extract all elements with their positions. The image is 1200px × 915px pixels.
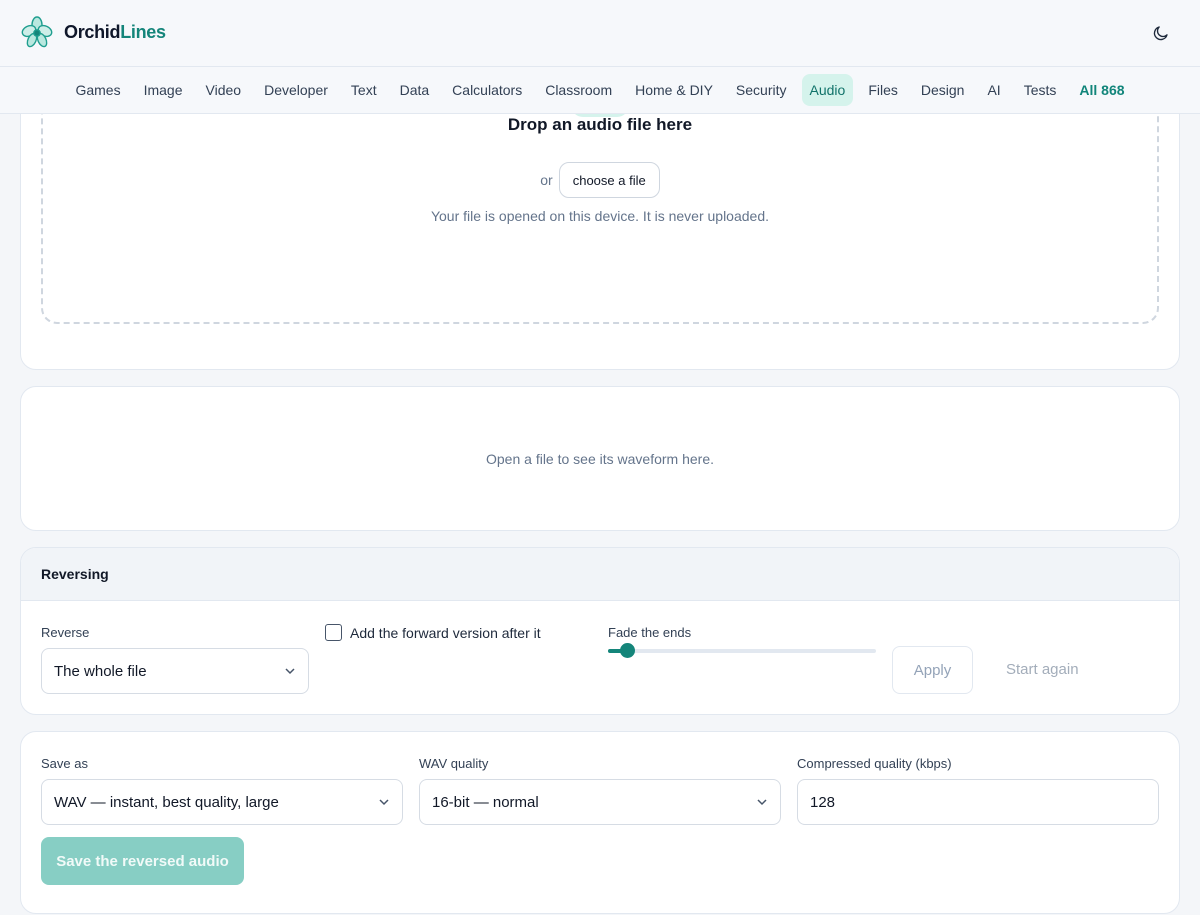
save-as-label: Save as (41, 756, 88, 771)
privacy-note: Your file is opened on this device. It i… (430, 208, 770, 224)
forward-version-label: Add the forward version after it (350, 625, 541, 641)
waveform-empty-text: Open a file to see its waveform here. (486, 451, 714, 467)
save-as-select[interactable]: WAV — instant, best quality, large (41, 779, 403, 825)
save-reversed-audio-button[interactable]: Save the reversed audio (41, 837, 244, 885)
waveform-card: Open a file to see its waveform here. (20, 386, 1180, 531)
wav-quality-value: 16-bit — normal (432, 793, 539, 811)
reversing-header: Reversing (21, 548, 1179, 601)
fade-slider-thumb[interactable] (619, 643, 635, 658)
reverse-select-value: The whole file (54, 662, 147, 680)
nav-item-audio[interactable]: Audio (801, 74, 854, 106)
nav-item-games[interactable]: Games (67, 74, 128, 106)
chevron-down-icon (285, 668, 295, 675)
top-bar: OrchidLines (0, 0, 1200, 67)
dropzone-title: Drop an audio file here (507, 115, 693, 134)
orchid-logo-icon[interactable] (21, 16, 53, 50)
wav-quality-label: WAV quality (419, 756, 489, 771)
nav-item-text[interactable]: Text (343, 74, 385, 106)
nav-item-all[interactable]: All 868 (1071, 74, 1132, 106)
save-card: Save as WAV — instant, best quality, lar… (20, 731, 1180, 914)
start-again-button[interactable]: Start again (1006, 661, 1079, 678)
nav-item-video[interactable]: Video (198, 74, 250, 106)
chevron-down-icon (379, 799, 389, 806)
brand-part-2: Lines (120, 22, 166, 42)
reverse-select[interactable]: The whole file (41, 648, 309, 694)
nav-item-calculators[interactable]: Calculators (444, 74, 530, 106)
or-text: or (540, 172, 553, 188)
compressed-quality-input[interactable]: 128 (797, 779, 1159, 825)
choose-file-button[interactable]: choose a file (558, 162, 660, 198)
forward-version-checkbox[interactable] (325, 624, 342, 641)
brand-part-1: Orchid (64, 22, 121, 42)
reversing-card: Reversing Reverse The whole file Add the… (20, 547, 1180, 715)
nav-item-image[interactable]: Image (136, 74, 191, 106)
moon-icon (1153, 26, 1168, 41)
reverse-label: Reverse (41, 625, 90, 640)
choose-row: or choose a file (21, 162, 1179, 198)
nav-item-security[interactable]: Security (728, 74, 795, 106)
brand-name[interactable]: OrchidLines (64, 22, 166, 43)
compressed-quality-label: Compressed quality (kbps) (797, 756, 952, 771)
fade-label: Fade the ends (608, 625, 692, 640)
theme-toggle-button[interactable] (1150, 22, 1172, 44)
compressed-quality-value: 128 (810, 793, 836, 811)
chevron-down-icon (757, 799, 767, 806)
reversing-heading: Reversing (41, 566, 109, 582)
save-as-value: WAV — instant, best quality, large (54, 793, 279, 811)
nav-item-home-diy[interactable]: Home & DIY (627, 74, 721, 106)
nav-item-classroom[interactable]: Classroom (537, 74, 620, 106)
category-nav: Games Image Video Developer Text Data Calculat… (0, 67, 1200, 114)
nav-item-tests[interactable]: Tests (1016, 74, 1065, 106)
nav-item-files[interactable]: Files (860, 74, 906, 106)
apply-button[interactable]: Apply (892, 646, 973, 694)
nav-item-ai[interactable]: AI (979, 74, 1008, 106)
wav-quality-select[interactable]: 16-bit — normal (419, 779, 781, 825)
fade-slider[interactable] (608, 643, 876, 658)
nav-item-developer[interactable]: Developer (256, 74, 336, 106)
site-header: OrchidLines Games Image Video Developer Text… (0, 0, 1200, 114)
nav-item-design[interactable]: Design (913, 74, 973, 106)
nav-item-data[interactable]: Data (392, 74, 438, 106)
